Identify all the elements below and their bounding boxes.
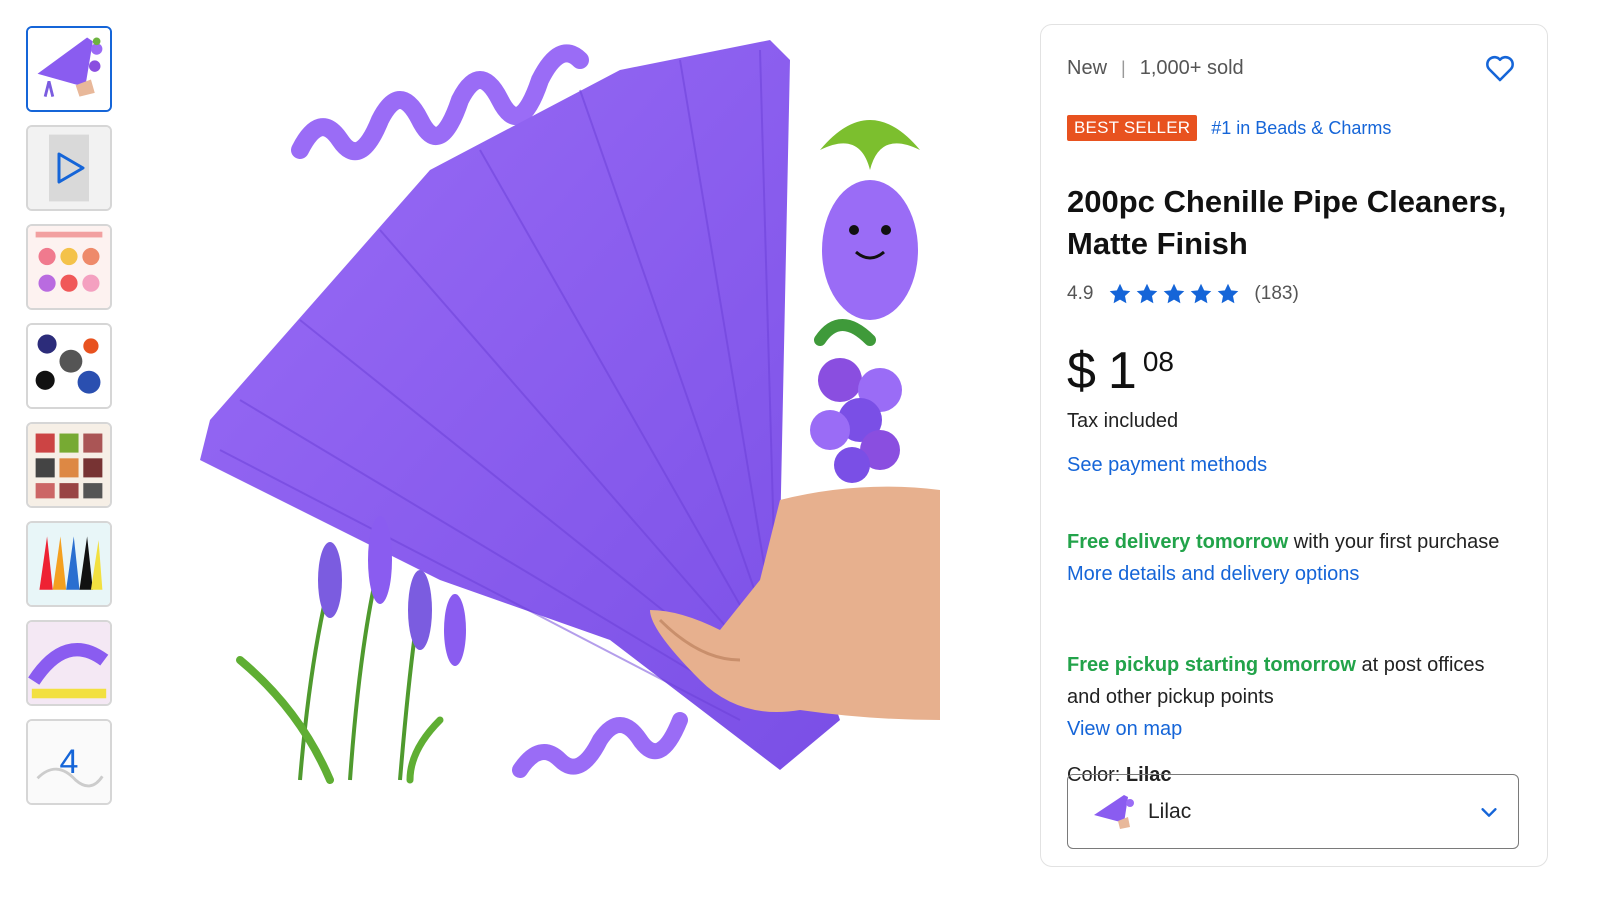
star-icon [1191, 283, 1212, 304]
rating-value: 4.9 [1067, 283, 1094, 304]
product-title: 200pc Chenille Pipe Cleaners, Matte Fini… [1067, 184, 1507, 261]
star-icon [1137, 283, 1158, 304]
product-meta: New | 1,000+ sold [1067, 55, 1521, 82]
tax-note: Tax included [1067, 410, 1179, 432]
category-rank-link[interactable]: #1 in Beads & Charms [1211, 118, 1391, 139]
review-count: (183) [1254, 283, 1299, 304]
meta-separator: | [1121, 58, 1126, 78]
price-currency: $ [1067, 342, 1096, 400]
condition-label: New [1067, 57, 1108, 79]
price: $ 1 08 [1067, 341, 1174, 401]
free-delivery-highlight: Free delivery tomorrow [1067, 531, 1289, 553]
color-select[interactable]: Lilac [1067, 774, 1519, 849]
price-whole: 1 [1107, 342, 1137, 400]
thumbnail-1[interactable] [26, 26, 112, 112]
thumbnail-3[interactable] [26, 224, 112, 310]
thumbnail-list: 4 [26, 26, 114, 818]
thumbnail-image [28, 325, 110, 407]
color-swatch-image [1090, 788, 1136, 835]
color-select-value: Lilac [1148, 799, 1192, 823]
delivery-options-link[interactable]: More details and delivery options [1067, 563, 1359, 585]
payment-methods-link[interactable]: See payment methods [1067, 454, 1267, 477]
free-pickup-highlight: Free pickup starting tomorrow [1067, 654, 1356, 676]
heart-outline-icon[interactable] [1483, 51, 1517, 85]
main-product-image[interactable] [180, 20, 950, 790]
badges-row: BEST SELLER #1 in Beads & Charms [1067, 115, 1391, 141]
thumbnail-5[interactable] [26, 422, 112, 508]
delivery-info: Free delivery tomorrow with your first p… [1067, 526, 1517, 590]
more-images-count: 4 [59, 742, 79, 781]
delivery-text: with your first purchase [1288, 531, 1500, 553]
thumbnail-4[interactable] [26, 323, 112, 409]
best-seller-badge: BEST SELLER [1067, 115, 1198, 141]
price-cents: 08 [1142, 346, 1174, 377]
star-rating [1107, 281, 1242, 307]
rating-row[interactable]: 4.9 (183) [1067, 281, 1299, 307]
chevron-down-icon [1481, 808, 1497, 817]
thumbnail-6[interactable] [26, 521, 112, 607]
pickup-info: Free pickup starting tomorrow at post of… [1067, 649, 1517, 745]
play-icon [28, 127, 110, 209]
star-icon [1110, 283, 1131, 304]
thumbnail-7[interactable] [26, 620, 112, 706]
thumbnail-image [28, 28, 110, 110]
thumbnail-image [28, 424, 110, 506]
product-photo [200, 40, 940, 784]
sold-count: 1,000+ sold [1139, 57, 1244, 79]
view-on-map-link[interactable]: View on map [1067, 718, 1182, 740]
star-icon [1164, 283, 1185, 304]
thumbnail-more[interactable]: 4 [26, 719, 112, 805]
thumbnail-image [28, 523, 110, 605]
product-info-panel: New | 1,000+ sold BEST SELLER #1 in Bead… [1040, 24, 1548, 867]
thumbnail-image [28, 226, 110, 308]
thumbnail-video[interactable] [26, 125, 112, 211]
thumbnail-image [28, 622, 110, 704]
star-icon [1218, 283, 1239, 304]
